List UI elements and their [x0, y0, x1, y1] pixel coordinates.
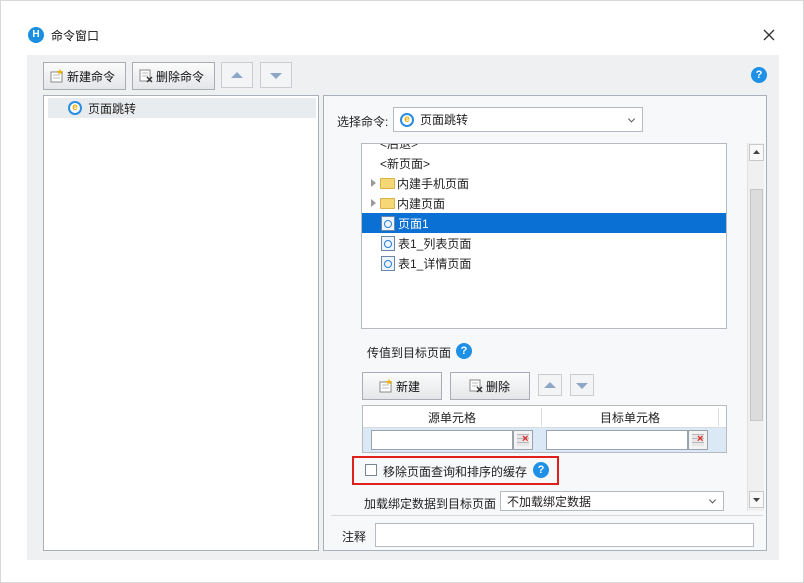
delete-row-icon: [469, 379, 483, 393]
new-row-icon: [379, 379, 393, 393]
grid-new-button[interactable]: 新建: [362, 372, 442, 400]
load-binding-value: 不加载绑定数据: [507, 494, 592, 509]
grid-move-down-button[interactable]: [570, 374, 594, 396]
expand-arrow-icon[interactable]: [371, 179, 376, 187]
folder-icon: [380, 197, 395, 209]
tree-item-label: <后退>: [380, 143, 419, 151]
close-icon[interactable]: [761, 27, 777, 43]
grid-new-label: 新建: [396, 379, 421, 394]
column-header-source[interactable]: 源单元格: [363, 409, 541, 426]
delete-command-icon: [139, 69, 153, 83]
new-command-button[interactable]: 新建命令: [43, 62, 126, 90]
app-logo-icon: H: [28, 27, 44, 43]
tree-item-label: 页面1: [398, 216, 429, 231]
window-title: 命令窗口: [51, 29, 100, 43]
pass-values-grid: 源单元格 目标单元格: [362, 405, 727, 453]
select-command-value: 页面跳转: [420, 113, 469, 127]
new-command-label: 新建命令: [67, 69, 116, 84]
target-page-tree: <后退> <新页面> 内建手机页面 内建页面 页面1 表1_列表页面 表1_详情…: [361, 143, 727, 329]
notes-label: 注释: [342, 530, 367, 544]
column-divider: [718, 408, 719, 426]
tree-item-back[interactable]: <后退>: [362, 143, 726, 153]
remove-cache-checkbox[interactable]: [365, 464, 377, 476]
arrow-up-icon: [544, 382, 556, 388]
column-header-target[interactable]: 目标单元格: [542, 409, 718, 426]
page-icon: [381, 215, 395, 231]
arrow-down-icon: [270, 73, 282, 79]
folder-icon: [380, 177, 395, 189]
command-window: H 命令窗口 新建命令 删除命令 ? e 页面跳转 选择命令: e 页面跳转 <…: [0, 0, 804, 583]
help-icon[interactable]: ?: [751, 67, 767, 83]
scrollbar-thumb[interactable]: [750, 189, 763, 421]
scroll-up-icon: [753, 150, 760, 154]
command-list-item[interactable]: e 页面跳转: [48, 98, 316, 118]
chevron-down-icon: [627, 114, 636, 123]
tree-item-label: 表1_列表页面: [398, 236, 472, 251]
scroll-down-button[interactable]: [749, 491, 764, 508]
load-binding-label: 加载绑定数据到目标页面: [364, 497, 497, 511]
tree-item-label: <新页面>: [380, 156, 431, 171]
tree-item-builtin-mobile-pages[interactable]: 内建手机页面: [362, 173, 726, 193]
scroll-up-button[interactable]: [749, 144, 764, 161]
notes-input[interactable]: [375, 523, 754, 547]
table-row: [363, 428, 726, 452]
scroll-down-icon: [753, 498, 760, 502]
page-jump-icon: e: [400, 112, 414, 127]
grid-header: 源单元格 目标单元格: [363, 406, 726, 428]
command-list-item-label: 页面跳转: [88, 101, 137, 116]
load-binding-dropdown[interactable]: 不加载绑定数据: [500, 491, 724, 511]
remove-cache-label[interactable]: 移除页面查询和排序的缓存: [383, 463, 527, 480]
tree-item-builtin-pages[interactable]: 内建页面: [362, 193, 726, 213]
grid-delete-label: 删除: [486, 379, 511, 394]
select-command-label: 选择命令:: [337, 115, 389, 129]
tree-item-label: 内建页面: [397, 196, 446, 211]
source-cell-input[interactable]: [371, 430, 513, 450]
target-cell-input[interactable]: [546, 430, 688, 450]
tree-item-table1-detail-page[interactable]: 表1_详情页面: [362, 253, 726, 273]
page-icon: [381, 235, 395, 251]
tree-item-label: 表1_详情页面: [398, 256, 472, 271]
arrow-down-icon: [576, 383, 588, 389]
grid-move-up-button[interactable]: [538, 374, 562, 396]
divider: [331, 515, 763, 516]
grid-delete-button[interactable]: 删除: [450, 372, 530, 400]
expand-arrow-icon[interactable]: [371, 199, 376, 207]
tree-item-new-page[interactable]: <新页面>: [362, 153, 726, 173]
title-bar: H 命令窗口: [1, 1, 803, 43]
command-list: e 页面跳转: [43, 95, 319, 551]
page-jump-icon: e: [68, 101, 82, 115]
target-cell-picker-icon[interactable]: [688, 430, 708, 450]
tree-item-page1[interactable]: 页面1: [362, 213, 726, 233]
chevron-down-icon: [708, 496, 717, 504]
settings-scrollbar[interactable]: [747, 143, 764, 511]
select-command-dropdown[interactable]: e 页面跳转: [393, 107, 643, 132]
arrow-up-icon: [231, 72, 243, 78]
pass-values-label: 传值到目标页面: [367, 346, 452, 360]
source-cell-picker-icon[interactable]: [513, 430, 533, 450]
new-command-icon: [50, 69, 64, 83]
delete-command-button[interactable]: 删除命令: [132, 62, 215, 90]
tree-item-label: 内建手机页面: [397, 176, 470, 191]
delete-command-label: 删除命令: [156, 69, 205, 84]
page-icon: [381, 255, 395, 271]
tree-item-table1-list-page[interactable]: 表1_列表页面: [362, 233, 726, 253]
move-up-button[interactable]: [221, 62, 253, 88]
help-icon[interactable]: ?: [533, 462, 549, 478]
help-icon[interactable]: ?: [456, 343, 472, 359]
move-down-button[interactable]: [260, 62, 292, 88]
